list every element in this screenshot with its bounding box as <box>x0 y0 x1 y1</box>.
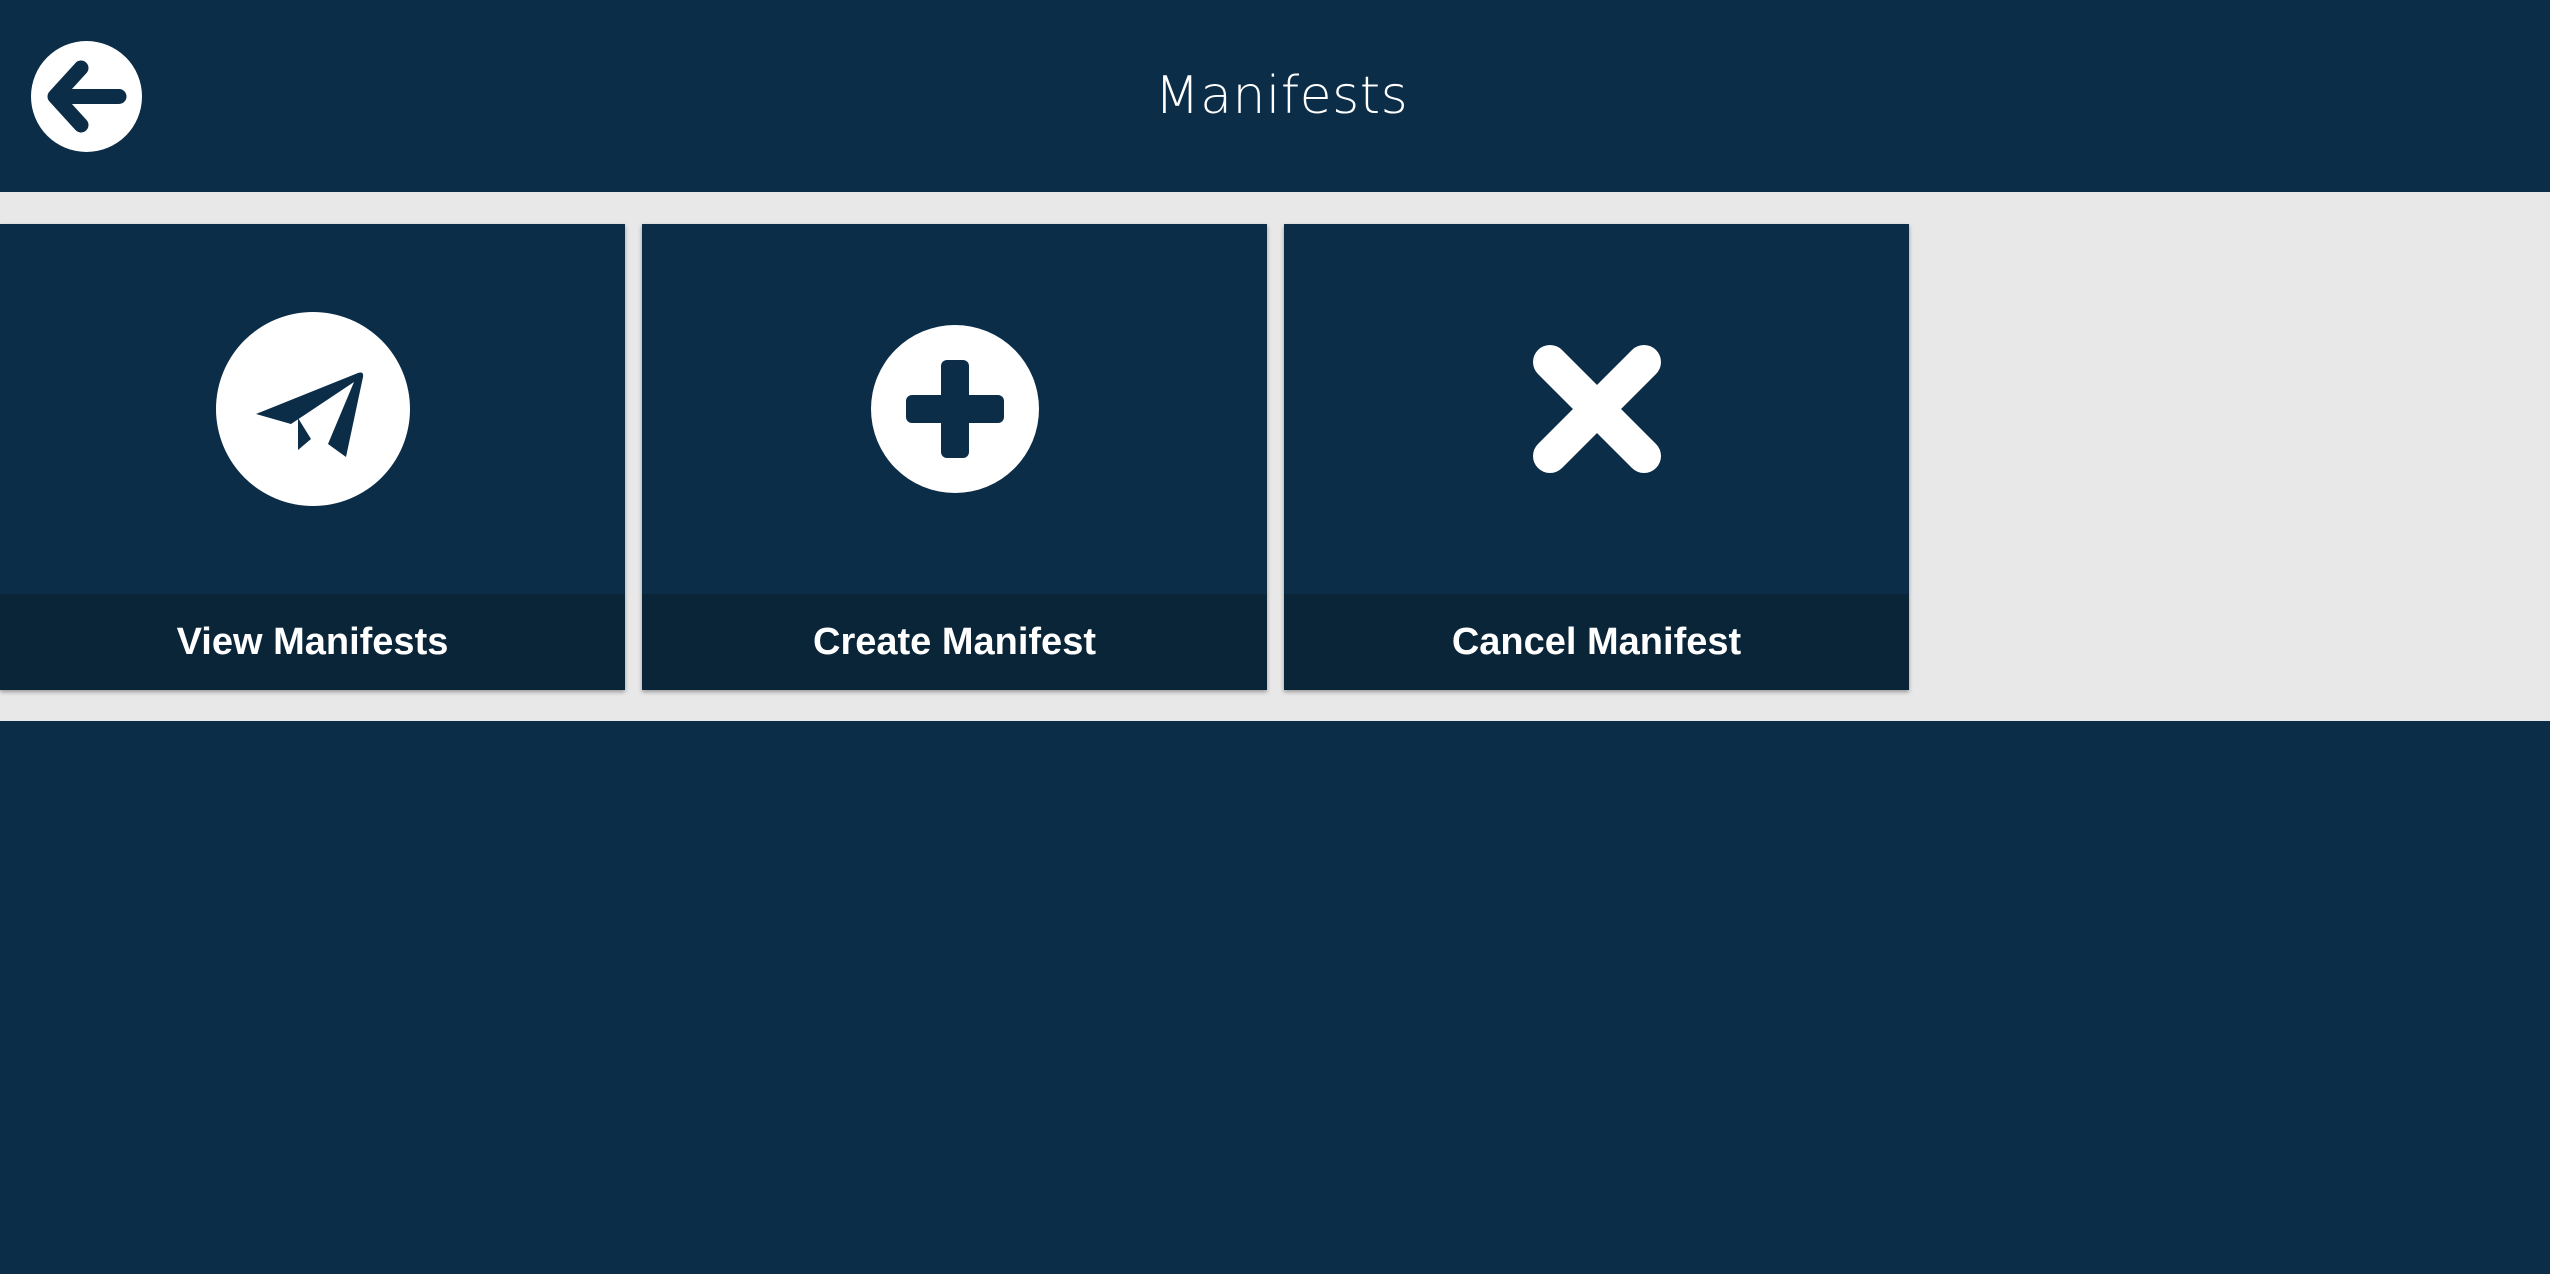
tiles-band: View Manifests Create Manifest Cancel Ma… <box>0 192 2550 721</box>
content-background <box>0 721 2550 1274</box>
create-manifest-label: Create Manifest <box>813 621 1096 663</box>
view-manifests-label: View Manifests <box>176 621 449 663</box>
tile-footer: Cancel Manifest <box>1284 594 1909 690</box>
tile-footer: View Manifests <box>0 594 625 690</box>
app-header: Manifests <box>0 0 2550 192</box>
tile-footer: Create Manifest <box>642 594 1267 690</box>
page-title: Manifests <box>1154 66 1409 126</box>
tile-icon-area <box>642 224 1267 594</box>
tile-icon-area <box>1284 224 1909 594</box>
plus-circle-icon <box>870 325 1039 493</box>
paper-plane-circle-icon <box>215 312 410 506</box>
tile-icon-area <box>0 224 625 594</box>
x-icon <box>1532 345 1661 473</box>
create-manifest-tile[interactable]: Create Manifest <box>642 224 1267 690</box>
cancel-manifest-label: Cancel Manifest <box>1451 621 1742 663</box>
cancel-manifest-tile[interactable]: Cancel Manifest <box>1284 224 1909 690</box>
view-manifests-tile[interactable]: View Manifests <box>0 224 625 690</box>
